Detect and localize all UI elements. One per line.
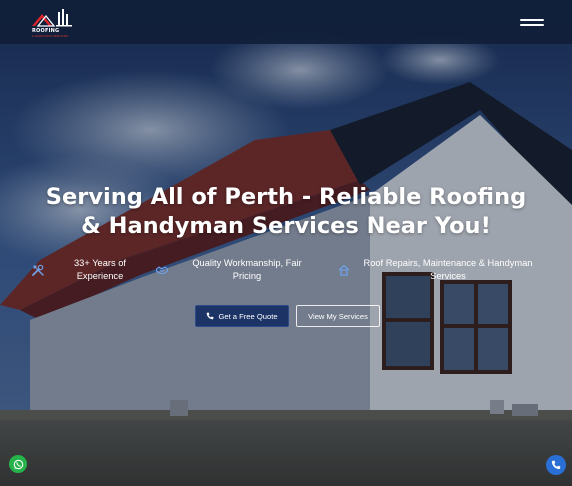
feature-line1: 33+ Years of [74, 258, 126, 268]
whatsapp-icon [13, 459, 23, 469]
feature-line2: Pricing [232, 271, 262, 281]
feature-line1: Roof Repairs, Maintenance & Handyman [363, 258, 533, 268]
phone-icon [207, 312, 214, 320]
feature-line1: Quality Workmanship, Fair [192, 258, 302, 268]
logo-roof-icon [32, 9, 72, 27]
logo-tagline: & HANDYMAN SERVICES [32, 34, 68, 38]
hero-headline-line1: Serving All of Perth - Reliable Roofing [45, 184, 527, 210]
feature-line2: Services [430, 271, 466, 281]
hero-headline-line2: & Handyman Services Near You! [81, 213, 491, 239]
feature-text: Roof Repairs, Maintenance & Handyman Ser… [352, 257, 544, 283]
view-services-label: View My Services [308, 311, 368, 321]
hamburger-menu-button[interactable] [520, 15, 544, 29]
feature-line2: Experience [76, 271, 124, 281]
house-icon [338, 264, 350, 276]
call-button[interactable] [546, 455, 566, 475]
feature-services: Roof Repairs, Maintenance & Handyman Ser… [338, 257, 544, 285]
hero-headline: Serving All of Perth - Reliable Roofing … [20, 183, 552, 241]
site-logo[interactable]: ROOFING & HANDYMAN SERVICES [30, 6, 78, 38]
hero-background-image [0, 0, 572, 486]
feature-experience: 33+ Years of Experience [30, 257, 140, 285]
feature-text: Quality Workmanship, Fair Pricing [182, 257, 312, 283]
feature-text: 33+ Years of Experience [58, 257, 142, 283]
handshake-icon [156, 266, 168, 275]
phone-icon [551, 460, 561, 470]
hamburger-icon [520, 19, 544, 21]
site-header: ROOFING & HANDYMAN SERVICES [0, 0, 572, 44]
hero-section [0, 0, 572, 486]
tools-icon [32, 264, 44, 276]
get-free-quote-label: Get a Free Quote [218, 311, 278, 321]
get-free-quote-button[interactable]: Get a Free Quote [195, 305, 289, 327]
view-services-button[interactable]: View My Services [296, 305, 380, 327]
hamburger-icon-line [520, 24, 544, 26]
whatsapp-button[interactable] [9, 455, 27, 473]
feature-quality: Quality Workmanship, Fair Pricing [156, 257, 326, 285]
